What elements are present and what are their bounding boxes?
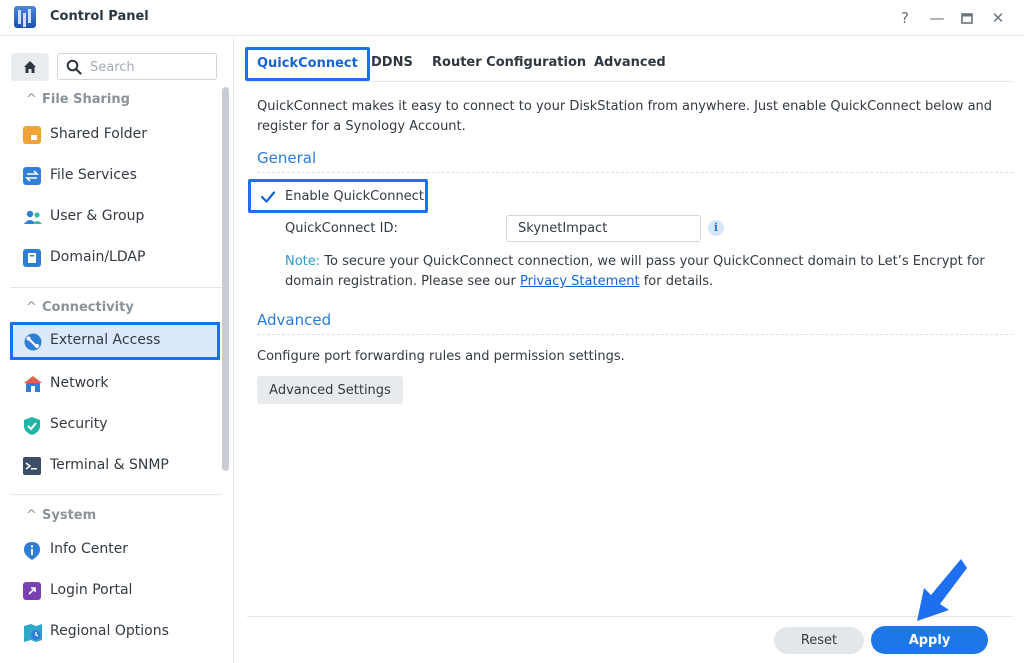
network-icon — [23, 375, 42, 393]
info-center-icon — [23, 541, 41, 560]
note-key: Note: — [285, 254, 321, 269]
external-access-icon — [23, 332, 42, 351]
sidebar-item-regional-options[interactable]: Regional Options — [10, 613, 220, 651]
tab-ddns[interactable]: DDNS — [371, 47, 413, 81]
maximize-icon[interactable] — [955, 6, 979, 30]
domain-ldap-icon — [23, 249, 41, 267]
user-group-icon — [23, 208, 42, 226]
advanced-section-title: Advanced — [257, 311, 332, 329]
close-icon[interactable]: ✕ — [986, 6, 1010, 30]
title-bar: Control Panel ? — ✕ — [0, 0, 1024, 36]
footer-divider — [247, 616, 1013, 617]
sidebar-item-login-portal[interactable]: Login Portal — [10, 572, 220, 610]
quickconnect-id-input[interactable] — [506, 215, 701, 242]
general-section-title: General — [257, 149, 317, 167]
sidebar-item-label: Terminal & SNMP — [50, 457, 169, 473]
section-title: System — [42, 508, 97, 523]
section-title: File Sharing — [42, 92, 130, 107]
security-shield-icon — [23, 416, 41, 435]
sidebar-item-label: User & Group — [50, 208, 145, 224]
sidebar-item-label: Security — [50, 416, 108, 432]
advanced-divider — [257, 334, 1013, 335]
chevron-up-icon: ^ — [26, 300, 37, 315]
sidebar-item-network[interactable]: Network — [10, 365, 220, 403]
file-services-icon — [23, 167, 41, 185]
section-file-sharing[interactable]: ^ File Sharing — [26, 92, 130, 107]
annotation-arrow-icon — [917, 559, 967, 621]
section-title: Connectivity — [42, 300, 134, 315]
sidebar-scrollbar[interactable] — [222, 87, 229, 471]
minimize-icon[interactable]: — — [925, 6, 949, 30]
home-icon — [24, 61, 36, 73]
sidebar-item-terminal-snmp[interactable]: Terminal & SNMP — [10, 447, 220, 485]
info-icon[interactable]: i — [708, 220, 724, 236]
sidebar-item-label: Login Portal — [50, 582, 133, 598]
tab-advanced[interactable]: Advanced — [594, 47, 666, 81]
sidebar-item-info-center[interactable]: Info Center — [10, 531, 220, 569]
quickconnect-id-label: QuickConnect ID: — [285, 221, 398, 236]
chevron-up-icon: ^ — [26, 508, 37, 523]
advanced-settings-button[interactable]: Advanced Settings — [257, 376, 403, 404]
sidebar-item-label: External Access — [50, 332, 161, 348]
sidebar-item-shared-folder[interactable]: Shared Folder — [10, 116, 220, 154]
search-icon — [66, 59, 82, 75]
section-system[interactable]: ^ System — [26, 508, 96, 523]
sidebar-item-user-group[interactable]: User & Group — [10, 198, 220, 236]
sidebar-item-label: Domain/LDAP — [50, 249, 146, 265]
checkbox-checked-icon — [260, 191, 276, 203]
tabs-divider — [247, 81, 1013, 82]
sidebar-item-external-access[interactable]: External Access — [10, 322, 220, 360]
regional-options-icon — [23, 623, 42, 642]
section-divider — [10, 287, 222, 288]
sidebar-item-label: Info Center — [50, 541, 129, 557]
tab-quickconnect[interactable]: QuickConnect — [245, 47, 370, 81]
search-input[interactable] — [90, 58, 210, 76]
window-title: Control Panel — [50, 9, 149, 24]
help-icon[interactable]: ? — [893, 6, 917, 30]
apply-button[interactable]: Apply — [871, 626, 988, 654]
shared-folder-icon — [23, 126, 41, 144]
sidebar-item-security[interactable]: Security — [10, 406, 220, 444]
reset-button[interactable]: Reset — [774, 627, 864, 654]
advanced-description: Configure port forwarding rules and perm… — [257, 349, 625, 364]
sidebar-item-label: Shared Folder — [50, 126, 148, 142]
quickconnect-note: Note: To secure your QuickConnect connec… — [285, 252, 1005, 292]
chevron-up-icon: ^ — [26, 92, 37, 107]
sidebar-item-label: File Services — [50, 167, 137, 183]
privacy-statement-link[interactable]: Privacy Statement — [520, 274, 640, 289]
enable-quickconnect-checkbox[interactable]: Enable QuickConnect — [248, 179, 428, 213]
note-text-end: for details. — [639, 274, 714, 289]
sidebar-item-domain-ldap[interactable]: Domain/LDAP — [10, 239, 220, 277]
quickconnect-intro: QuickConnect makes it easy to connect to… — [257, 99, 993, 134]
sidebar-item-label: Network — [50, 375, 109, 391]
section-divider — [10, 494, 222, 495]
tab-router-configuration[interactable]: Router Configuration — [432, 47, 586, 81]
section-connectivity[interactable]: ^ Connectivity — [26, 300, 134, 315]
terminal-icon — [23, 457, 41, 475]
home-button[interactable] — [11, 53, 49, 81]
control-panel-app-icon — [14, 6, 36, 28]
sidebar: ^ File Sharing Shared Folder File Service… — [0, 37, 234, 663]
sidebar-item-file-services[interactable]: File Services — [10, 157, 220, 195]
sidebar-item-label: Regional Options — [50, 623, 169, 639]
search-box[interactable] — [57, 53, 217, 80]
login-portal-icon — [23, 582, 41, 600]
enable-quickconnect-label: Enable QuickConnect — [285, 189, 424, 204]
general-divider — [257, 172, 1013, 173]
